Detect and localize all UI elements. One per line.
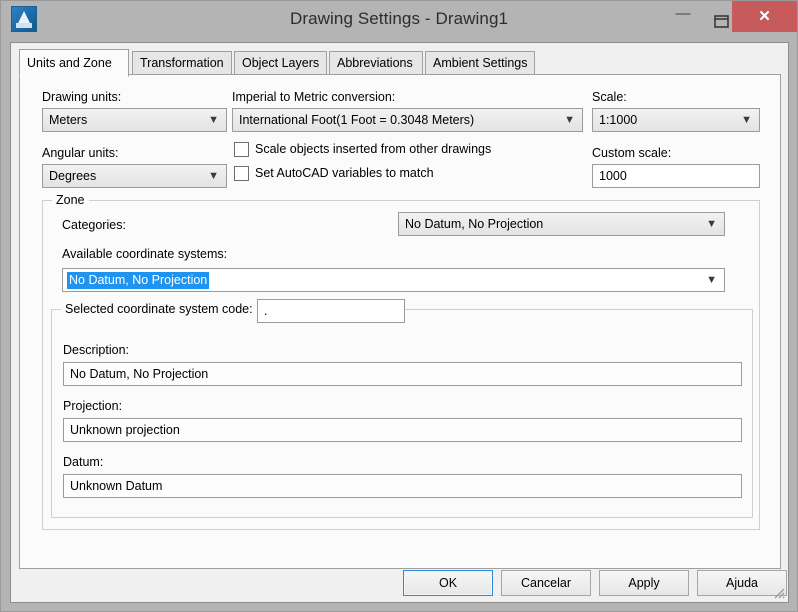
- units-and-zone-panel: Drawing units: Meters ▼ Angular units: D…: [19, 74, 781, 569]
- close-button[interactable]: ✕: [732, 1, 797, 32]
- zone-group: Zone Categories: No Datum, No Projection…: [42, 193, 760, 530]
- tab-abbreviations[interactable]: Abbreviations: [329, 51, 423, 75]
- tab-units-and-zone[interactable]: Units and Zone: [19, 49, 129, 77]
- description-label: Description:: [63, 343, 129, 357]
- datum-field: Unknown Datum: [63, 474, 742, 498]
- selected-code-input[interactable]: .: [257, 299, 405, 323]
- description-field: No Datum, No Projection: [63, 362, 742, 386]
- zone-group-title: Zone: [52, 193, 89, 207]
- projection-field: Unknown projection: [63, 418, 742, 442]
- checkbox-box: [234, 166, 249, 181]
- custom-scale-label: Custom scale:: [592, 146, 672, 160]
- close-icon: ✕: [758, 8, 771, 25]
- set-variables-label: Set AutoCAD variables to match: [255, 166, 434, 180]
- scale-label: Scale:: [592, 90, 627, 104]
- chevron-down-icon: ▼: [741, 114, 752, 126]
- scale-value: 1:1000: [599, 113, 638, 127]
- categories-label: Categories:: [62, 218, 126, 232]
- checkbox-box: [234, 142, 249, 157]
- dialog-content: Units and Zone Transformation Object Lay…: [10, 42, 789, 603]
- angular-units-label: Angular units:: [42, 146, 119, 160]
- resize-grip[interactable]: [772, 586, 785, 599]
- custom-scale-input[interactable]: 1000: [592, 164, 760, 188]
- tab-strip: Units and Zone Transformation Object Lay…: [19, 49, 781, 77]
- apply-button[interactable]: Apply: [599, 570, 689, 596]
- minimize-icon: —: [675, 5, 691, 22]
- drawing-units-label: Drawing units:: [42, 90, 122, 104]
- available-coordinate-systems-label: Available coordinate systems:: [62, 247, 228, 261]
- selected-code-label: Selected coordinate system code:: [61, 302, 257, 316]
- tab-ambient-settings[interactable]: Ambient Settings: [425, 51, 535, 75]
- tab-transformation[interactable]: Transformation: [132, 51, 232, 75]
- drawing-settings-dialog: ▲ Drawing Settings - Drawing1 — ✕ Units …: [0, 0, 798, 612]
- drawing-units-select[interactable]: Meters ▼: [42, 108, 227, 132]
- dialog-button-bar: OK Cancelar Apply Ajuda: [11, 570, 788, 602]
- projection-label: Projection:: [63, 399, 123, 413]
- available-coordinate-systems-value: No Datum, No Projection: [67, 272, 210, 289]
- angular-units-value: Degrees: [49, 169, 97, 183]
- ok-button[interactable]: OK: [403, 570, 493, 596]
- conversion-label: Imperial to Metric conversion:: [232, 90, 396, 104]
- angular-units-select[interactable]: Degrees ▼: [42, 164, 227, 188]
- scale-select[interactable]: 1:1000 ▼: [592, 108, 760, 132]
- categories-value: No Datum, No Projection: [405, 217, 544, 231]
- minimize-button[interactable]: —: [664, 1, 702, 32]
- title-bar: ▲ Drawing Settings - Drawing1 — ✕: [1, 1, 797, 42]
- chevron-down-icon: ▼: [208, 170, 219, 182]
- chevron-down-icon: ▼: [706, 274, 717, 286]
- coordinate-system-details-group: Selected coordinate system code: . Descr…: [51, 299, 753, 518]
- conversion-select[interactable]: International Foot(1 Foot = 0.3048 Meter…: [232, 108, 583, 132]
- chevron-down-icon: ▼: [208, 114, 219, 126]
- drawing-units-value: Meters: [49, 113, 88, 127]
- scale-objects-label: Scale objects inserted from other drawin…: [255, 142, 492, 156]
- available-coordinate-systems-select[interactable]: No Datum, No Projection ▼: [62, 268, 725, 292]
- chevron-down-icon: ▼: [564, 114, 575, 126]
- tab-object-layers[interactable]: Object Layers: [234, 51, 327, 75]
- datum-label: Datum:: [63, 455, 104, 469]
- chevron-down-icon: ▼: [706, 218, 717, 230]
- cancel-button[interactable]: Cancelar: [501, 570, 591, 596]
- conversion-value: International Foot(1 Foot = 0.3048 Meter…: [239, 113, 475, 127]
- categories-select[interactable]: No Datum, No Projection ▼: [398, 212, 725, 236]
